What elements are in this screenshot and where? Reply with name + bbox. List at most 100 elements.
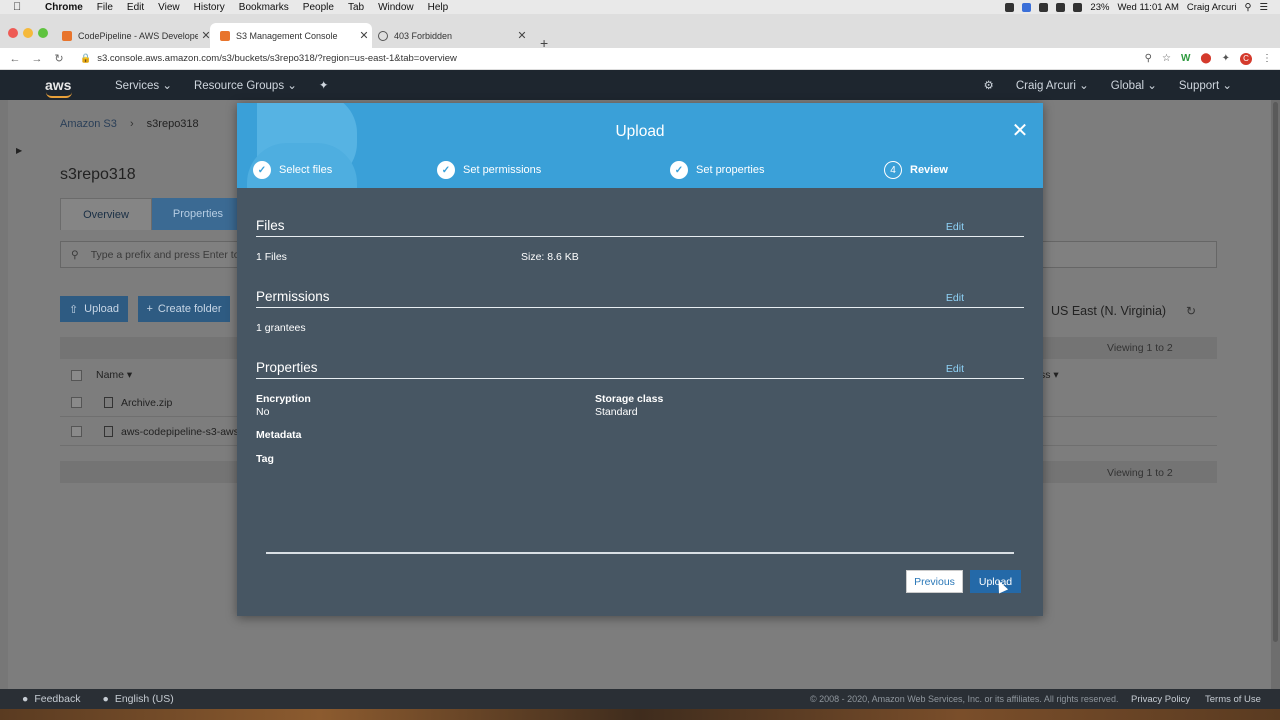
breadcrumb-root[interactable]: Amazon S3 [60,118,117,130]
window-close-icon[interactable] [8,28,18,38]
properties-heading: Properties [256,360,318,375]
zoom-icon[interactable]: ⚲ [1145,53,1152,64]
chevron-down-icon: ⌄ [162,80,172,92]
properties-edit-link[interactable]: Edit [946,363,964,375]
tab-s3-console[interactable]: S3 Management Console ✕ [210,23,372,48]
menu-help[interactable]: Help [428,2,449,13]
clock[interactable]: Wed 11:01 AM [1117,2,1178,13]
apple-icon[interactable]:  [13,1,25,13]
support-label: Support [1178,80,1220,92]
refresh-icon[interactable]: ↻ [1186,304,1196,318]
browser-toolbar: ← → ↻ 🔒 s3.console.aws.amazon.com/s3/buc… [0,48,1280,70]
services-menu[interactable]: Services ⌄ [115,78,172,92]
permissions-edit-link[interactable]: Edit [946,292,964,304]
select-all-checkbox[interactable] [71,369,82,381]
spotlight-icon[interactable]: ⚲ [1245,2,1252,13]
tab-properties[interactable]: Properties [152,198,244,230]
files-heading: Files [256,218,285,233]
services-label: Services [115,80,160,92]
toolbar-icons: ⚲ ☆ W ⬤ ✦ C ⋮ [1145,52,1272,65]
status-icon[interactable] [1056,2,1066,12]
metadata-label: Metadata [256,429,302,441]
row-checkbox[interactable] [71,397,82,408]
lock-icon[interactable]: 🔒 [80,53,91,64]
pin-icon[interactable]: ✦ [319,78,329,92]
menu-tab[interactable]: Tab [348,2,364,13]
modal-divider [266,552,1014,554]
control-center-icon[interactable]: ☰ [1259,2,1268,13]
region-label: US East (N. Virginia) [1051,304,1167,318]
bookmark-star-icon[interactable]: ☆ [1162,53,1171,64]
copyright-text: © 2008 - 2020, Amazon Web Services, Inc.… [810,694,1119,704]
menu-view[interactable]: View [158,2,180,13]
check-circle-icon: ✓ [670,161,688,179]
search-icon: ⚲ [71,248,79,261]
files-section: Files Edit [256,217,1024,237]
scrollbar-thumb[interactable] [1273,102,1278,642]
step-set-permissions[interactable]: ✓ Set permissions [437,161,541,179]
menu-bookmarks[interactable]: Bookmarks [239,2,289,13]
aws-top-nav: aws Services ⌄ Resource Groups ⌄ ✦ ⚙ Cra… [0,70,1280,100]
reload-icon[interactable]: ↻ [48,52,70,65]
terms-of-use-link[interactable]: Terms of Use [1205,694,1261,705]
extension-icon[interactable]: ⬤ [1200,53,1211,64]
tab-title: CodePipeline - AWS Develope [78,30,198,41]
bell-icon[interactable]: ⚙ [984,78,994,92]
kebab-menu-icon[interactable]: ⋮ [1262,53,1272,64]
profile-avatar[interactable]: C [1240,52,1252,65]
aws-logo[interactable]: aws [45,77,85,98]
extension-icon[interactable]: W [1181,53,1190,64]
menu-edit[interactable]: Edit [127,2,144,13]
sidebar-toggle-icon[interactable]: ▶ [16,146,28,166]
step-label: Select files [279,164,333,176]
status-icon[interactable] [1022,2,1032,12]
upload-button-bg[interactable]: ⇧ Upload [60,296,128,322]
menubar-status: 23% Wed 11:01 AM Craig Arcuri ⚲ ☰ [1005,0,1268,14]
resource-groups-menu[interactable]: Resource Groups ⌄ [194,78,297,92]
step-set-properties[interactable]: ✓ Set properties [670,161,764,179]
tab-403-forbidden[interactable]: 403 Forbidden ✕ [368,23,530,48]
privacy-policy-link[interactable]: Privacy Policy [1131,694,1190,705]
menu-people[interactable]: People [303,2,334,13]
window-minimize-icon[interactable] [23,28,33,38]
create-folder-button[interactable]: + Create folder [138,296,230,322]
row-file-name[interactable]: Archive.zip [121,397,172,409]
status-icon[interactable] [1039,2,1049,12]
page-scrollbar[interactable] [1271,100,1280,689]
feedback-link[interactable]: ● Feedback [22,693,80,705]
menu-app-name[interactable]: Chrome [45,2,83,13]
row-file-name[interactable]: aws-codepipeline-s3-aws [121,426,239,438]
menu-history[interactable]: History [194,2,225,13]
section-header: Permissions Edit [256,288,1024,308]
address-bar[interactable]: s3.console.aws.amazon.com/s3/buckets/s3r… [97,53,457,64]
account-menu[interactable]: Craig Arcuri ⌄ [1016,78,1089,92]
battery-percent[interactable]: 23% [1090,2,1109,13]
column-name-header[interactable]: Name ▾ [96,369,132,381]
menu-window[interactable]: Window [378,2,414,13]
window-zoom-icon[interactable] [38,28,48,38]
files-edit-link[interactable]: Edit [946,221,964,233]
region-menu[interactable]: Global ⌄ [1111,78,1157,92]
chat-bubble-icon: ● [22,693,29,705]
step-review[interactable]: 4 Review [884,161,948,179]
tab-close-icon[interactable]: ✕ [514,29,530,42]
tab-overview[interactable]: Overview [60,198,152,230]
previous-button[interactable]: Previous [906,570,963,593]
close-icon[interactable]: ✕ [1010,121,1030,141]
status-icon[interactable] [1005,2,1015,12]
step-select-files[interactable]: ✓ Select files [253,161,332,179]
forward-icon[interactable]: → [26,53,48,65]
menubar-user[interactable]: Craig Arcuri [1187,2,1237,13]
storage-class-value: Standard [595,406,638,418]
language-selector[interactable]: ● English (US) [102,693,173,705]
breadcrumb-current: s3repo318 [146,118,199,130]
row-checkbox[interactable] [71,426,82,437]
menu-file[interactable]: File [97,2,113,13]
back-icon[interactable]: ← [4,53,26,65]
support-menu[interactable]: Support ⌄ [1179,78,1232,92]
bucket-tabs: Overview Properties [60,198,244,230]
tab-codepipeline[interactable]: CodePipeline - AWS Develope ✕ [52,23,214,48]
puzzle-icon[interactable]: ✦ [1222,53,1230,64]
wifi-icon[interactable] [1073,2,1083,12]
encryption-label: Encryption [256,393,311,405]
